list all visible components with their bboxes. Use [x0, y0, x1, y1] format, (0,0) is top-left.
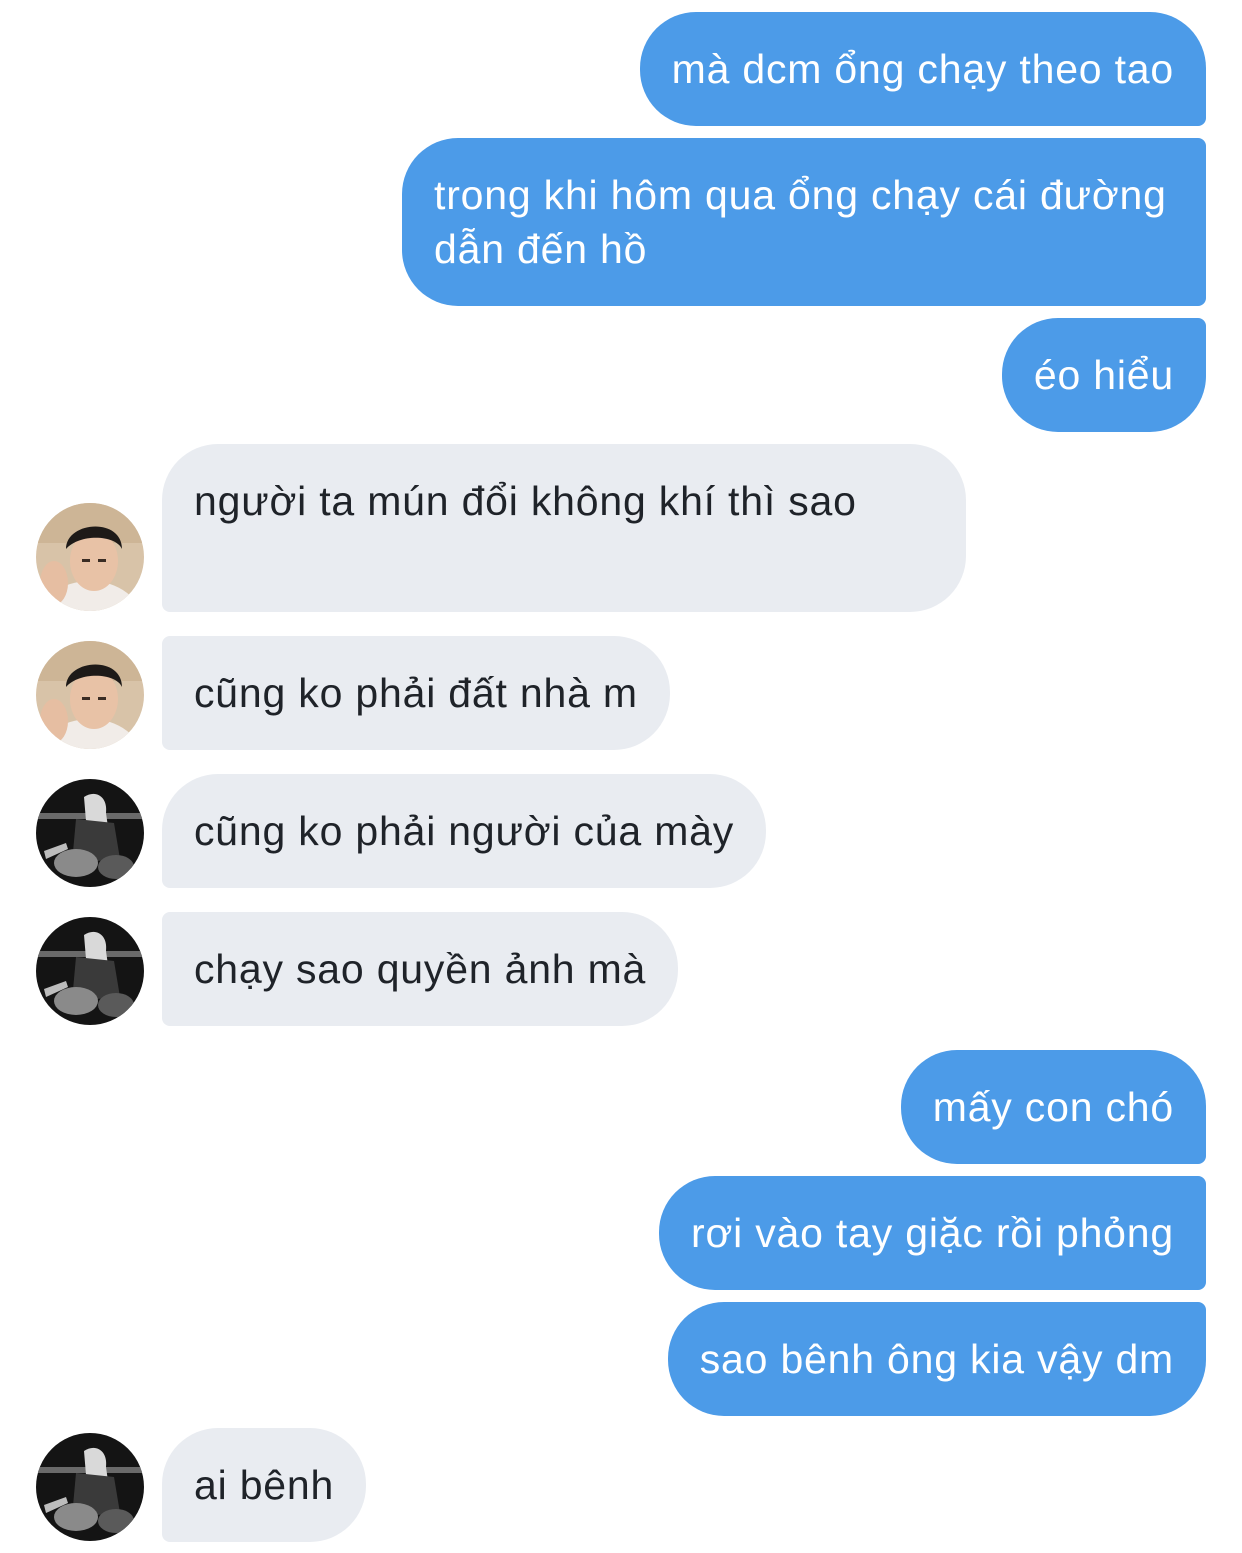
message-bubble-incoming[interactable]: chạy sao quyền ảnh mà	[162, 912, 679, 1026]
avatar-user-b-image	[36, 1433, 144, 1541]
avatar-user-b-image	[36, 917, 144, 1025]
message-bubble-outgoing[interactable]: mấy con chó	[900, 1050, 1206, 1164]
message-bubble-incoming[interactable]: cũng ko phải đất nhà m	[162, 636, 670, 750]
avatar-user-a[interactable]	[36, 503, 144, 611]
avatar-user-b[interactable]	[36, 1433, 144, 1541]
message-bubble-outgoing[interactable]: mà dcm ổng chạy theo tao	[639, 12, 1206, 126]
message-bubble-outgoing[interactable]: rơi vào tay giặc rồi phỏng	[659, 1176, 1206, 1290]
avatar-user-b[interactable]	[36, 917, 144, 1025]
avatar-user-a-image	[36, 641, 144, 749]
message-bubble-outgoing[interactable]: sao bênh ông kia vậy dm	[667, 1302, 1206, 1416]
avatar-user-a[interactable]	[36, 641, 144, 749]
message-bubble-outgoing[interactable]: trong khi hôm qua ổng chạy cái đường dẫn…	[402, 138, 1206, 306]
avatar-user-b-image	[36, 779, 144, 887]
message-bubble-incoming[interactable]: ai bênh	[162, 1428, 367, 1542]
message-bubble-outgoing[interactable]: éo hiểu	[1001, 318, 1206, 432]
avatar-user-a-image	[36, 503, 144, 611]
message-bubble-incoming[interactable]: người ta mún đổi không khí thì sao	[162, 444, 966, 612]
avatar-user-b[interactable]	[36, 779, 144, 887]
message-bubble-incoming[interactable]: cũng ko phải người của mày	[162, 774, 767, 888]
